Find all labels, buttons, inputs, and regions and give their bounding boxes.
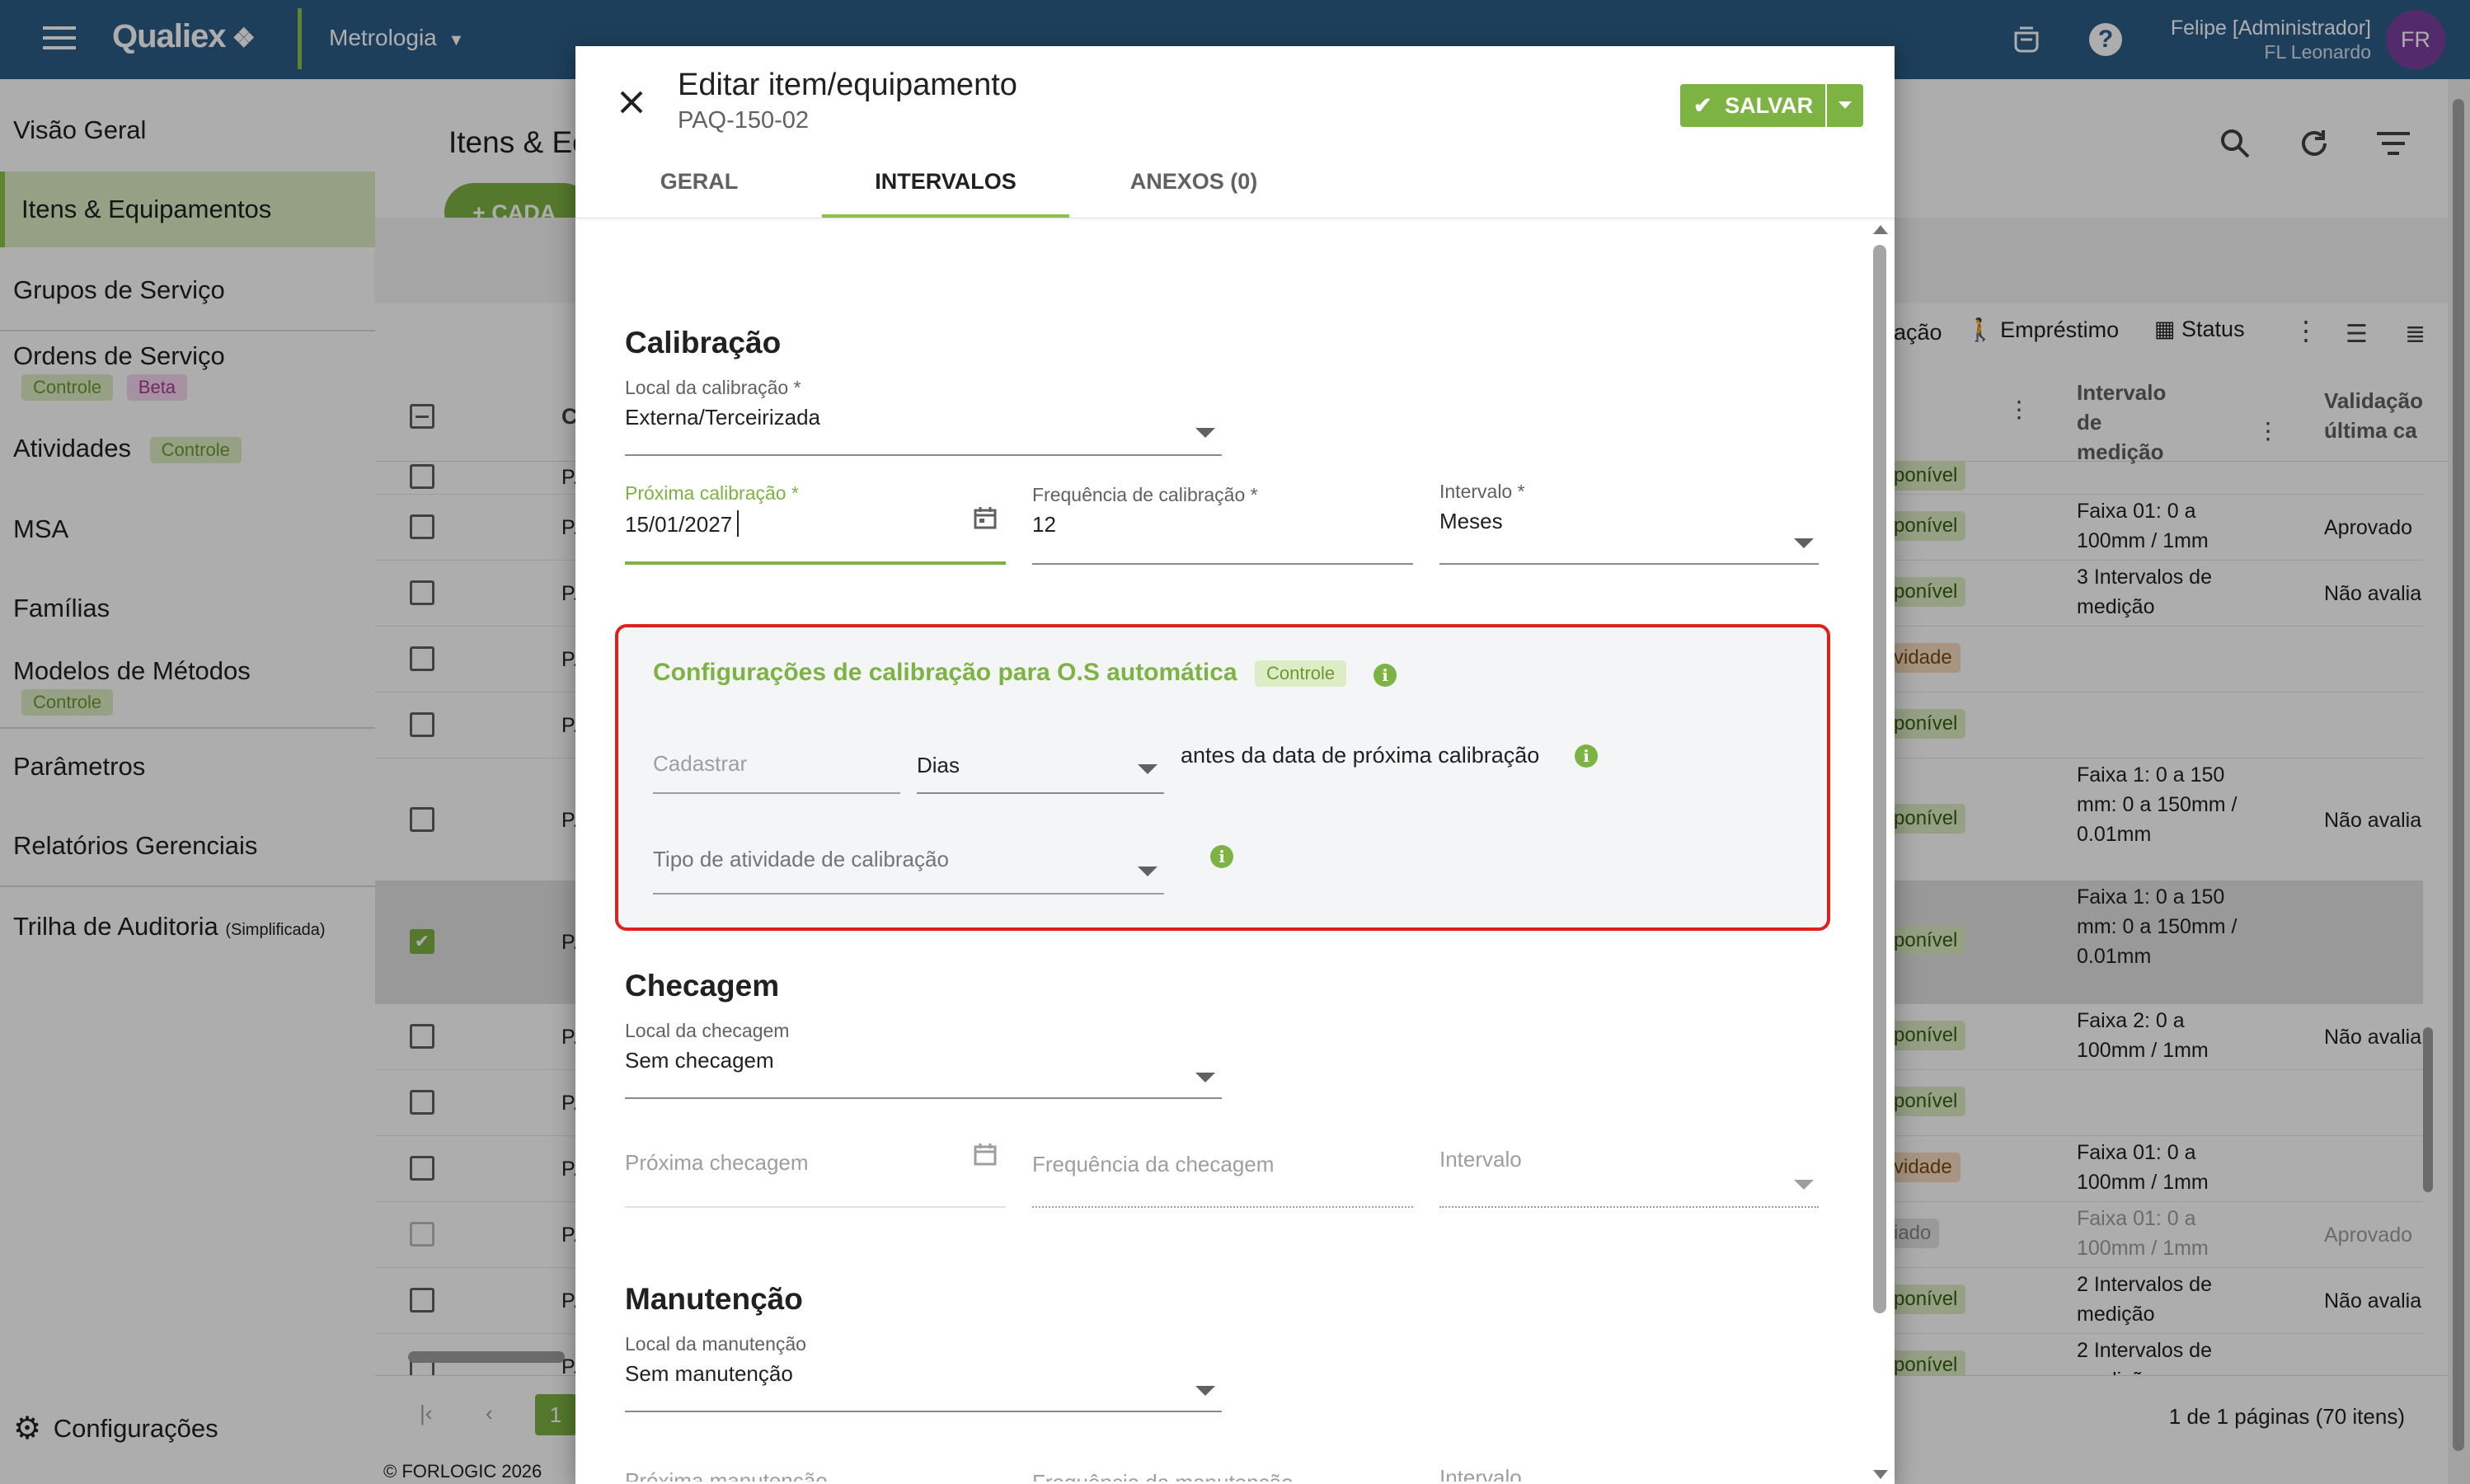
calibration-local-label: Local da calibração * bbox=[625, 377, 801, 398]
dialog-scrollbar-thumb[interactable] bbox=[1873, 245, 1886, 1313]
save-options-button[interactable] bbox=[1827, 84, 1863, 127]
field-underline bbox=[1032, 1206, 1413, 1208]
field-underline bbox=[625, 1097, 1222, 1099]
tab-geral[interactable]: GERAL bbox=[617, 165, 782, 218]
auto-os-heading: Configurações de calibração para O.S aut… bbox=[653, 659, 1237, 686]
dialog-body: Calibração Local da calibração * Externa… bbox=[575, 218, 1895, 1484]
maintenance-heading: Manutenção bbox=[625, 1282, 803, 1316]
check-local-select[interactable]: Sem checagem bbox=[625, 1048, 774, 1073]
cadastrar-input[interactable]: Cadastrar bbox=[653, 751, 747, 777]
calibration-heading: Calibração bbox=[625, 326, 782, 359]
field-underline bbox=[625, 1206, 1006, 1208]
next-check-input[interactable]: Próxima checagem bbox=[625, 1150, 809, 1176]
check-heading: Checagem bbox=[625, 969, 780, 1003]
field-underline bbox=[625, 1411, 1222, 1412]
field-underline bbox=[653, 893, 1164, 895]
close-icon[interactable] bbox=[617, 87, 646, 117]
field-underline bbox=[625, 454, 1222, 456]
calibration-interval-label: Intervalo * bbox=[1439, 481, 1525, 502]
chevron-down-icon bbox=[1838, 101, 1852, 109]
field-underline bbox=[653, 792, 900, 794]
info-icon[interactable]: i bbox=[1575, 744, 1598, 768]
check-local-label: Local da checagem bbox=[625, 1020, 790, 1041]
activity-type-select[interactable]: Tipo de atividade de calibração bbox=[653, 847, 949, 872]
calibration-frequency-input[interactable]: 12 bbox=[1032, 512, 1056, 538]
tab-anexos[interactable]: ANEXOS (0) bbox=[1111, 165, 1276, 218]
dialog-scroll-up-icon[interactable] bbox=[1873, 225, 1888, 234]
save-label: SALVAR bbox=[1725, 93, 1814, 118]
dropdown-arrow-icon[interactable] bbox=[1138, 764, 1158, 774]
info-icon[interactable]: i bbox=[1210, 845, 1233, 868]
calibration-local-select[interactable]: Externa/Terceirizada bbox=[625, 405, 820, 430]
field-underline bbox=[1032, 563, 1413, 565]
dropdown-arrow-icon[interactable] bbox=[1195, 1073, 1215, 1082]
calendar-icon[interactable] bbox=[973, 505, 998, 530]
days-unit-select[interactable]: Dias bbox=[917, 753, 960, 778]
maintenance-local-select[interactable]: Sem manutenção bbox=[625, 1361, 793, 1387]
check-frequency-input[interactable]: Frequência da checagem bbox=[1032, 1152, 1274, 1177]
calendar-icon[interactable] bbox=[973, 1142, 998, 1167]
dialog-scroll-down-icon[interactable] bbox=[1873, 1470, 1888, 1479]
save-button[interactable]: ✔ SALVAR bbox=[1680, 84, 1825, 127]
check-interval-select[interactable]: Intervalo bbox=[1439, 1147, 1522, 1172]
auto-os-config-panel: Configurações de calibração para O.S aut… bbox=[615, 624, 1830, 931]
dialog-subtitle: PAQ-150-02 bbox=[678, 107, 810, 134]
next-calibration-input[interactable]: 15/01/2027 bbox=[625, 512, 732, 538]
tab-intervalos[interactable]: INTERVALOS bbox=[822, 165, 1069, 218]
calibration-interval-select[interactable]: Meses bbox=[1439, 509, 1503, 534]
edit-item-dialog: Editar item/equipamento PAQ-150-02 ✔ SAL… bbox=[575, 46, 1895, 1484]
next-calibration-label: Próxima calibração * bbox=[625, 482, 799, 504]
dropdown-arrow-icon[interactable] bbox=[1794, 538, 1814, 548]
dropdown-arrow-icon[interactable] bbox=[1195, 428, 1215, 438]
field-underline bbox=[1439, 563, 1819, 565]
before-date-text: antes da data de próxima calibração bbox=[1181, 743, 1540, 768]
field-underline bbox=[1439, 1206, 1819, 1208]
text-cursor bbox=[737, 510, 739, 537]
dropdown-arrow-icon[interactable] bbox=[1138, 866, 1158, 876]
dialog-title: Editar item/equipamento bbox=[678, 68, 1017, 102]
maintenance-local-label: Local da manutenção bbox=[625, 1333, 806, 1355]
field-underline bbox=[917, 792, 1164, 794]
check-icon: ✔ bbox=[1693, 93, 1712, 118]
controle-chip: Controle bbox=[1255, 660, 1347, 687]
info-icon[interactable]: i bbox=[1374, 664, 1397, 687]
dropdown-arrow-icon[interactable] bbox=[1195, 1386, 1215, 1396]
dropdown-arrow-icon[interactable] bbox=[1794, 1180, 1814, 1190]
calibration-frequency-label: Frequência de calibração * bbox=[1032, 484, 1258, 505]
field-underline-focused bbox=[625, 561, 1006, 565]
